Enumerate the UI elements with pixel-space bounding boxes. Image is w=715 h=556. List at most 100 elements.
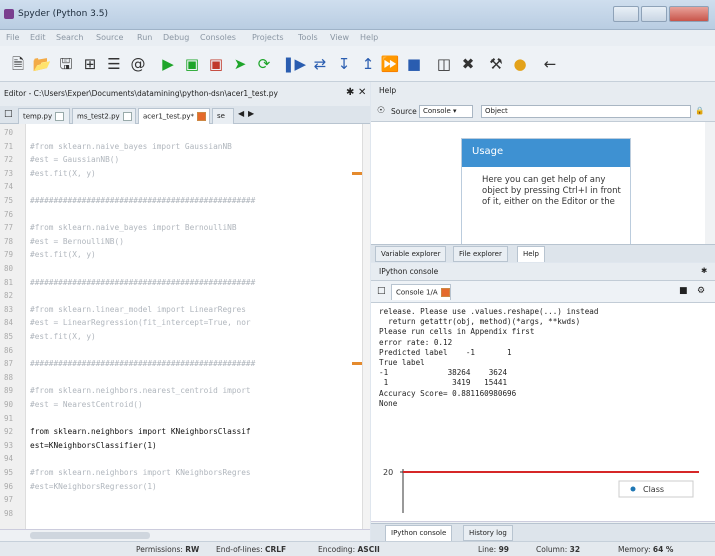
menu-debug[interactable]: Debug xyxy=(163,33,189,42)
run-icon[interactable]: ▶ xyxy=(158,54,178,74)
menu-tools[interactable]: Tools xyxy=(298,33,318,42)
fullscreen-icon[interactable]: ✖ xyxy=(458,54,478,74)
menu-file[interactable]: File xyxy=(6,33,19,42)
code-line[interactable]: #from sklearn.naive_bayes import Gaussia… xyxy=(30,142,232,151)
source-combo[interactable]: Console ▾ xyxy=(419,105,473,118)
menu-help[interactable]: Help xyxy=(360,33,378,42)
line-number: 85 xyxy=(4,332,14,341)
scroll-thumb[interactable] xyxy=(30,532,150,539)
status-encoding: Encoding: ASCII xyxy=(318,545,380,554)
tab-help[interactable]: Help xyxy=(517,246,545,262)
pin-icon[interactable]: ✱ xyxy=(701,266,707,275)
plot-y-tick: 20 xyxy=(383,468,393,477)
code-line[interactable]: #from sklearn.neighbors import KNeighbor… xyxy=(30,468,251,477)
home-icon[interactable]: ☉ xyxy=(377,106,385,116)
menu-search[interactable]: Search xyxy=(56,33,83,42)
console-output[interactable]: release. Please use .values.reshape(...)… xyxy=(379,307,709,409)
code-line[interactable]: #from sklearn.neighbors.nearest_centroid… xyxy=(30,386,251,395)
line-number: 81 xyxy=(4,277,14,287)
menu-projects[interactable]: Projects xyxy=(252,33,284,42)
line-number: 75 xyxy=(4,196,14,205)
console-tab-bar: □ Console 1/A ■ ⚙ xyxy=(371,281,715,303)
tab-temp[interactable]: temp.py xyxy=(18,108,70,124)
run-selection-icon[interactable]: ➤ xyxy=(230,54,250,74)
code-line[interactable]: #est = BernoulliNB() xyxy=(30,237,124,246)
tab-se[interactable]: se xyxy=(212,108,234,124)
stop-debug-icon[interactable]: ■ xyxy=(404,54,424,74)
browse-tabs-icon[interactable]: □ xyxy=(377,286,386,296)
run-cell-icon[interactable]: ▣ xyxy=(182,54,202,74)
python-path-icon[interactable]: ● xyxy=(510,54,530,74)
usage-text: Here you can get help of any object by p… xyxy=(482,175,621,207)
code-line[interactable]: ########################################… xyxy=(30,359,255,368)
tab-console-1a[interactable]: Console 1/A xyxy=(391,284,451,300)
line-number: 97 xyxy=(4,495,14,505)
code-line[interactable]: ########################################… xyxy=(30,196,255,205)
tab-file-explorer[interactable]: File explorer xyxy=(453,246,508,262)
tab-scroll-right-icon[interactable]: ▶ xyxy=(248,109,254,118)
menu-run[interactable]: Run xyxy=(137,33,152,42)
tab-close-icon[interactable] xyxy=(55,112,65,121)
rerun-icon[interactable]: ⟳ xyxy=(254,54,274,74)
tab-close-icon[interactable] xyxy=(440,288,450,297)
code-line[interactable]: from sklearn.neighbors import KNeighbors… xyxy=(30,427,251,436)
list-icon[interactable]: ☰ xyxy=(104,54,124,74)
lock-icon[interactable]: 🔒 xyxy=(695,106,704,115)
debug-icon[interactable]: ❚▶ xyxy=(282,54,306,74)
browse-tabs-icon[interactable]: □ xyxy=(4,109,13,119)
tab-acer1-test[interactable]: acer1_test.py* xyxy=(138,108,210,124)
run-cell-advance-icon[interactable]: ▣ xyxy=(206,54,226,74)
help-pane: Help ☉ Source Console ▾ Object 🔒 Usage H… xyxy=(371,82,715,262)
menu-view[interactable]: View xyxy=(330,33,349,42)
menu-source[interactable]: Source xyxy=(96,33,123,42)
plot-svg: 20 Class xyxy=(383,468,699,513)
options-icon[interactable]: ⚙ xyxy=(697,286,705,296)
open-folder-icon[interactable]: 📂 xyxy=(32,54,52,74)
editor-hscroll[interactable] xyxy=(0,529,370,541)
editor-vscroll[interactable] xyxy=(362,124,370,529)
save-icon[interactable]: 🖫 xyxy=(56,54,76,74)
close-pane-icon[interactable]: ✕ xyxy=(358,87,366,98)
close-button[interactable] xyxy=(669,6,709,22)
code-line[interactable]: #est.fit(X, y) xyxy=(30,169,96,178)
code-line[interactable]: #from sklearn.linear_model import Linear… xyxy=(30,305,246,314)
tab-ms-test2[interactable]: ms_test2.py xyxy=(72,108,136,124)
stop-kernel-icon[interactable]: ■ xyxy=(679,286,688,296)
line-number: 95 xyxy=(4,468,14,477)
tab-variable-explorer[interactable]: Variable explorer xyxy=(375,246,447,262)
code-line[interactable]: est=KNeighborsClassifier(1) xyxy=(30,441,157,450)
tab-history-log[interactable]: History log xyxy=(463,525,513,541)
preferences-wrench-icon[interactable]: ⚒ xyxy=(486,54,506,74)
code-line[interactable]: ########################################… xyxy=(30,278,255,287)
code-line[interactable]: #from sklearn.naive_bayes import Bernoul… xyxy=(30,223,237,232)
continue-icon[interactable]: ⏩ xyxy=(380,54,400,74)
tab-ipython-console[interactable]: IPython console xyxy=(385,525,453,541)
menu-consoles[interactable]: Consoles xyxy=(200,33,236,42)
tab-close-icon[interactable] xyxy=(197,112,207,121)
code-line[interactable]: #est = NearestCentroid() xyxy=(30,400,143,409)
step-into-icon[interactable]: ↧ xyxy=(334,54,354,74)
menu-edit[interactable]: Edit xyxy=(30,33,46,42)
step-return-icon[interactable]: ↥ xyxy=(358,54,378,74)
tab-close-icon[interactable] xyxy=(122,112,132,121)
pin-icon[interactable]: ✱ xyxy=(346,87,354,98)
maximize-pane-icon[interactable]: ◫ xyxy=(434,54,454,74)
tab-scroll-left-icon[interactable]: ◀ xyxy=(238,109,244,118)
minimize-button[interactable] xyxy=(613,6,639,22)
code-line[interactable]: #est = LinearRegression(fit_intercept=Tr… xyxy=(30,318,251,327)
new-file-icon[interactable]: 🗎 xyxy=(8,54,28,74)
help-tab-bar: Variable explorer File explorer Help xyxy=(371,244,715,262)
back-arrow-icon[interactable]: ← xyxy=(540,54,560,74)
line-number: 98 xyxy=(4,508,14,518)
at-icon[interactable]: @ xyxy=(128,54,148,74)
save-all-icon[interactable]: ⊞ xyxy=(80,54,100,74)
code-line[interactable]: #est.fit(X, y) xyxy=(30,332,96,341)
inline-plot: 20 Class xyxy=(381,463,701,513)
code-line[interactable]: #est.fit(X, y) xyxy=(30,250,96,259)
maximize-button[interactable] xyxy=(641,6,667,22)
step-icon[interactable]: ⇄ xyxy=(310,54,330,74)
code-line[interactable]: #est = GaussianNB() xyxy=(30,155,119,164)
object-combo[interactable]: Object xyxy=(481,105,691,118)
code-line[interactable]: #est=KNeighborsRegressor(1) xyxy=(30,482,157,491)
help-vscroll[interactable] xyxy=(705,122,715,262)
